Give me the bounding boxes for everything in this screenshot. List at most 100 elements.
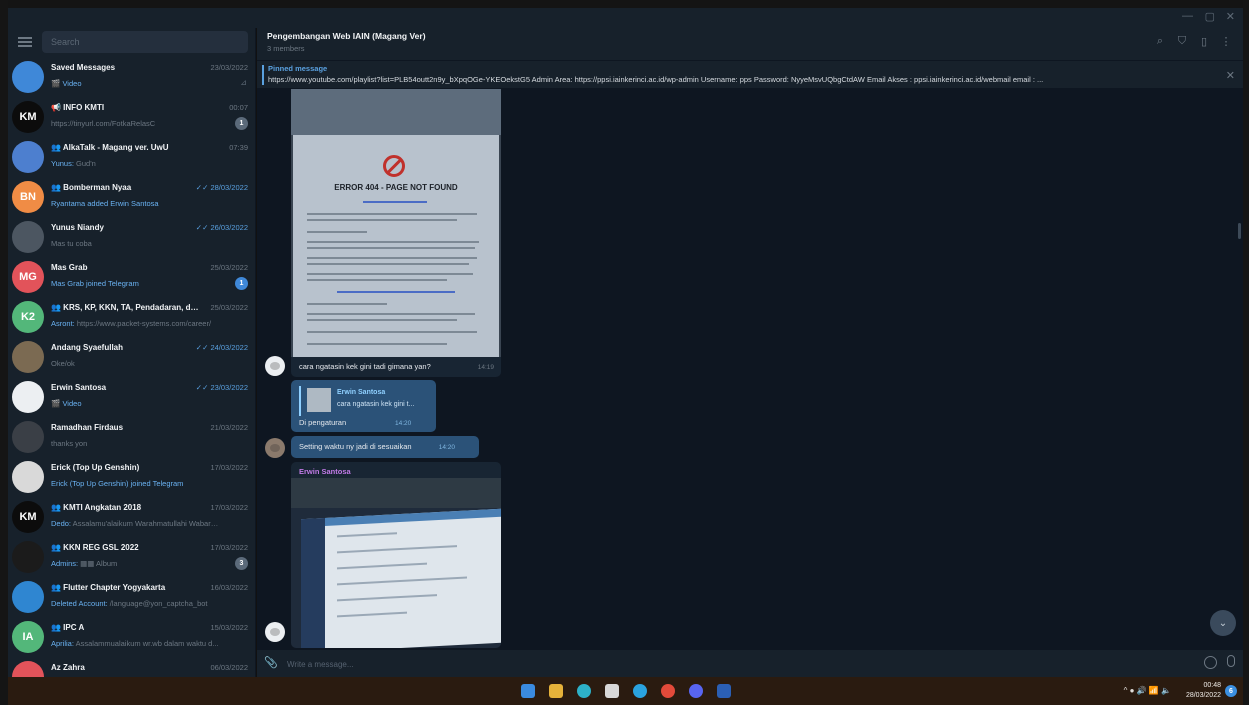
edge-icon[interactable] — [577, 684, 591, 698]
notification-badge[interactable]: 6 — [1225, 685, 1237, 697]
chat-time-value: 00:07 — [229, 103, 248, 112]
scroll-down-button[interactable]: ⌄ — [1210, 610, 1236, 636]
chat-preview-text: Gud'n — [73, 159, 96, 168]
minimize-button[interactable]: — — [1182, 10, 1193, 22]
file-explorer-icon[interactable] — [549, 684, 563, 698]
photo-background — [291, 89, 501, 135]
chat-list-item[interactable]: Erwin Santosa ✓✓ 23/03/2022 🎬 Video — [8, 378, 255, 418]
chat-name: Erick (Top Up Genshin) — [51, 463, 140, 472]
chat-time-value: 25/03/2022 — [210, 263, 248, 272]
message-composer: 📎 — [257, 649, 1243, 677]
chat-preview-highlight: Admins: — [51, 559, 79, 568]
photo-text-line — [307, 303, 387, 305]
telegram-icon[interactable] — [633, 684, 647, 698]
chat-list-item[interactable]: MG Mas Grab 25/03/2022 Mas Grab joined Tele… — [8, 258, 255, 298]
chat-preview: Dedo: Assalamu'alaikum Warahmatullahi Wa… — [51, 519, 221, 528]
chat-list-item[interactable]: 👥 Flutter Chapter Yogyakarta 16/03/2022 De… — [8, 578, 255, 618]
photo-text-line — [307, 279, 447, 281]
discord-icon[interactable] — [689, 684, 703, 698]
chat-list-item[interactable]: Yunus Niandy ✓✓ 26/03/2022 Mas tu coba — [8, 218, 255, 258]
chat-preview: Mas Grab joined Telegram — [51, 279, 221, 288]
chat-header: Pengembangan Web IAIN (Magang Ver) 3 mem… — [257, 28, 1243, 61]
chat-preview: Erick (Top Up Genshin) joined Telegram — [51, 479, 221, 488]
close-window-button[interactable]: ✕ — [1226, 10, 1235, 23]
chat-list-item[interactable]: Erick (Top Up Genshin) 17/03/2022 Erick (T… — [8, 458, 255, 498]
reply-quote[interactable]: Erwin Santosa cara ngatasin kek gini t..… — [299, 386, 429, 416]
chat-time: 00:07 — [229, 103, 248, 112]
message-caption[interactable]: cara ngatasin kek gini tadi gimana yan? … — [291, 357, 501, 377]
message-time: 14:20 — [438, 444, 455, 451]
more-options-icon[interactable]: ⋮ — [1219, 35, 1233, 48]
avatar: KM — [12, 101, 44, 133]
attach-icon[interactable]: 📎 — [264, 656, 278, 669]
menu-icon[interactable] — [18, 37, 32, 47]
no-entry-icon — [383, 155, 405, 177]
scrollbar[interactable] — [1238, 223, 1241, 239]
chat-list-item[interactable]: 👥 AlkaTalk - Magang ver. UwU 07:39 Yunus: … — [8, 138, 255, 178]
avatar[interactable] — [265, 356, 285, 376]
conversation-panel: Pengembangan Web IAIN (Magang Ver) 3 mem… — [257, 28, 1243, 677]
video-icon: 🎬 — [51, 79, 61, 88]
photo-text-line — [307, 263, 469, 265]
chat-list-item[interactable]: KM 👥 KMTI Angkatan 2018 17/03/2022 Dedo: As… — [8, 498, 255, 538]
photo-background — [291, 478, 501, 508]
photo-text-line — [307, 273, 473, 275]
chat-time-value: 17/03/2022 — [210, 503, 248, 512]
chat-preview-highlight: Yunus: — [51, 159, 74, 168]
message-input[interactable] — [284, 655, 1164, 673]
chat-title[interactable]: Pengembangan Web IAIN (Magang Ver) — [267, 31, 426, 41]
chat-list-item[interactable]: BN 👥 Bomberman Nyaa ✓✓ 28/03/2022 Ryantama … — [8, 178, 255, 218]
photo-text-line — [307, 231, 367, 233]
chrome-icon[interactable] — [661, 684, 675, 698]
chat-name: 👥 KMTI Angkatan 2018 — [51, 503, 142, 512]
chat-list-item[interactable]: Andang Syaefullah ✓✓ 24/03/2022 Oke/ok — [8, 338, 255, 378]
reply-text: cara ngatasin kek gini t... — [337, 401, 415, 408]
chat-list-item[interactable]: 👥 KKN REG GSL 2022 17/03/2022 Admins: ▦▦ A… — [8, 538, 255, 578]
window-titlebar: — ▢ ✕ — [8, 8, 1243, 28]
chat-list-item[interactable]: IA 👥 IPC A 15/03/2022 Aprilia: Assalammuala… — [8, 618, 255, 658]
emoji-icon[interactable] — [1204, 656, 1217, 669]
chat-preview-highlight: Video — [62, 399, 82, 408]
store-icon[interactable] — [605, 684, 619, 698]
chat-name: 👥 KKN REG GSL 2022 — [51, 543, 139, 552]
photo-message-error-page[interactable]: ERROR 404 - PAGE NOT FOUND — [291, 89, 501, 357]
chat-list-item[interactable]: Az Zahra 06/03/2022 — [8, 658, 255, 677]
microphone-icon[interactable] — [1227, 655, 1235, 667]
chat-list-item[interactable]: Ramadhan Firdaus 21/03/2022 thanks yon — [8, 418, 255, 458]
shield-icon[interactable]: ⛉ — [1175, 35, 1189, 48]
search-icon[interactable]: ⌕ — [1153, 35, 1167, 48]
message-sender[interactable]: Erwin Santosa — [299, 467, 351, 476]
maximize-button[interactable]: ▢ — [1205, 10, 1215, 23]
chat-list-item[interactable]: K2 👥 KRS, KP, KKN, TA, Pendadaran, dan ..… — [8, 298, 255, 338]
screen-sidebar — [301, 517, 325, 648]
chat-list-item[interactable]: Saved Messages 23/03/2022 🎬 Video ⊿ — [8, 58, 255, 98]
chat-list-item[interactable]: KM 📢 INFO KMTI 00:07 https://tinyurl.com/Fo… — [8, 98, 255, 138]
pin-icon: ⊿ — [240, 78, 247, 87]
chat-preview-text: https://tinyurl.com/FotkaRelasC — [51, 119, 156, 128]
photo-message-screen[interactable] — [291, 478, 501, 648]
chat-name: 👥 KRS, KP, KKN, TA, Pendadaran, dan ... — [51, 303, 201, 312]
close-icon[interactable]: ✕ — [1226, 69, 1235, 82]
chat-subtitle: 3 members — [267, 44, 305, 53]
screen-line — [337, 611, 407, 618]
avatar — [12, 61, 44, 93]
system-tray-icons[interactable]: ^ ● 🔊 📶 🔈 — [1124, 686, 1171, 695]
clock[interactable]: 00:48 28/03/2022 — [1186, 681, 1221, 701]
word-icon[interactable] — [717, 684, 731, 698]
reply-sender: Erwin Santosa — [337, 389, 386, 396]
outgoing-message-reply[interactable]: Erwin Santosa cara ngatasin kek gini t..… — [291, 380, 436, 432]
start-icon[interactable] — [521, 684, 535, 698]
avatar — [12, 661, 44, 677]
chat-name: Ramadhan Firdaus — [51, 423, 124, 432]
sidebar-toggle-icon[interactable]: ▯ — [1197, 35, 1211, 48]
screen-line — [337, 576, 467, 586]
photo-link-line — [337, 291, 455, 293]
pinned-message-bar[interactable]: Pinned message https://www.youtube.com/p… — [257, 61, 1243, 89]
outgoing-message[interactable]: Setting waktu ny jadi di sesuaikan 14:20 — [291, 436, 479, 458]
search-input[interactable] — [42, 31, 248, 53]
chat-preview-text: /language@yon_captcha_bot — [107, 599, 208, 608]
avatar[interactable] — [265, 438, 285, 458]
chat-preview: 🎬 Video — [51, 79, 221, 88]
screen-toolbar — [301, 508, 501, 528]
avatar[interactable] — [265, 622, 285, 642]
